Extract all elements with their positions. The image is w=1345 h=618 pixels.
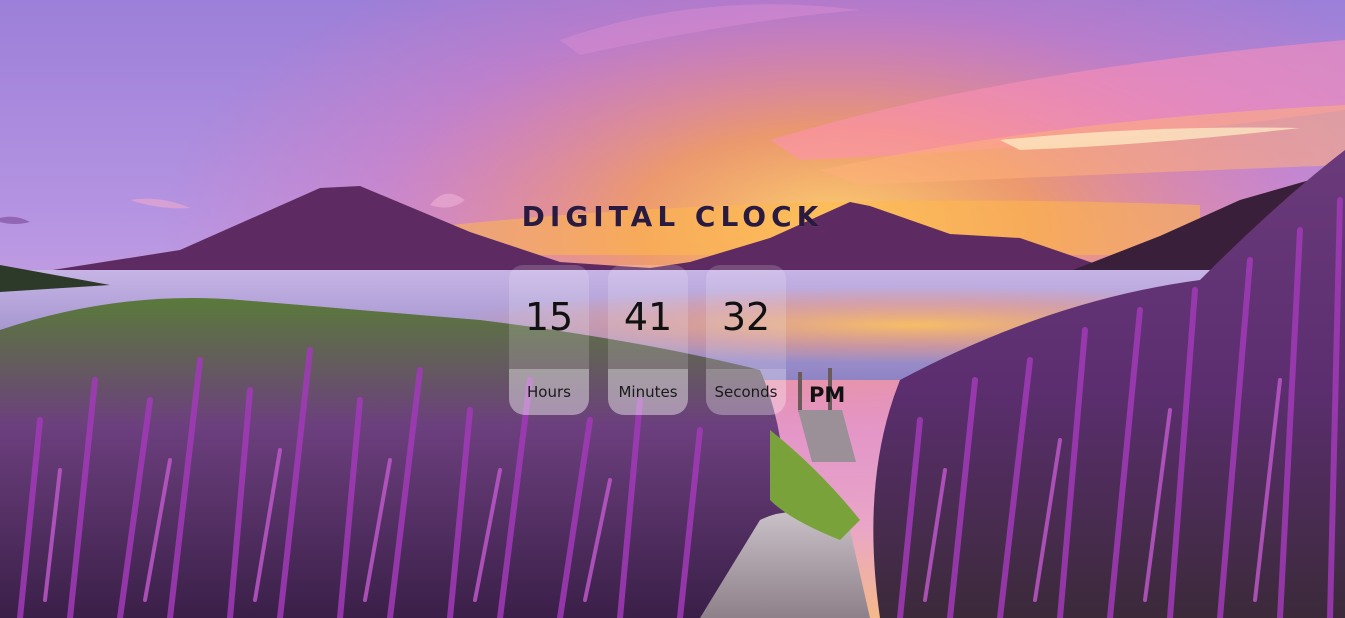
ampm-indicator: PM [809,383,846,407]
page-title: DIGITAL CLOCK [521,200,824,233]
digital-clock: 15 Hours 41 Minutes 32 Seconds PM [509,265,849,417]
seconds-value: 32 [706,265,786,369]
minutes-label: Minutes [608,369,688,415]
minutes-unit: 41 Minutes [608,265,688,417]
hours-unit: 15 Hours [509,265,589,417]
minutes-value: 41 [608,265,688,369]
seconds-unit: 32 Seconds [706,265,786,417]
hours-value: 15 [509,265,589,369]
seconds-label: Seconds [706,369,786,415]
clock-page: DIGITAL CLOCK 15 Hours 41 Minutes 32 Sec… [0,0,1345,618]
hours-label: Hours [509,369,589,415]
